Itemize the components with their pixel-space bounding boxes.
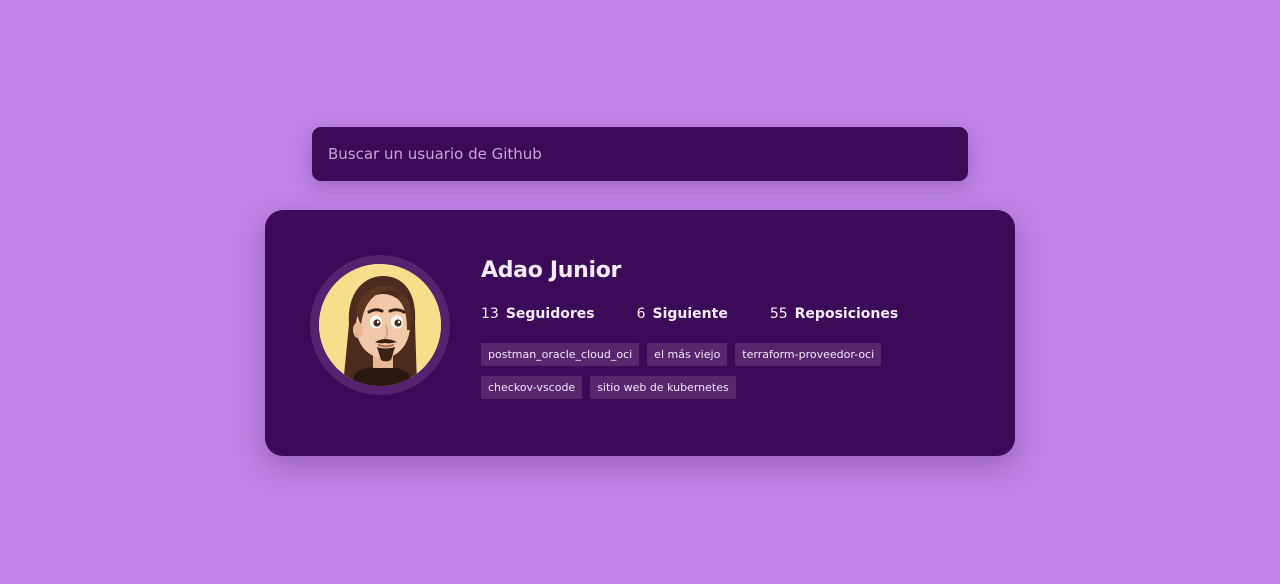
search-input[interactable] <box>312 127 968 181</box>
profile-info: Adao Junior 13 Seguidores 6 Siguiente 55… <box>481 256 981 409</box>
repo-list: postman_oracle_cloud_oci el más viejo te… <box>481 343 901 409</box>
stat-count: 13 <box>481 306 499 322</box>
profile-name: Adao Junior <box>481 258 622 283</box>
repo-tag[interactable]: el más viejo <box>647 343 728 366</box>
avatar <box>310 255 450 395</box>
stat-label: Reposiciones <box>794 306 899 322</box>
stat-followers: 13 Seguidores <box>481 306 595 322</box>
stat-following: 6 Siguiente <box>637 306 728 322</box>
stat-count: 6 <box>636 306 646 322</box>
repo-tag[interactable]: sitio web de kubernetes <box>590 376 736 399</box>
stat-repos: 55 Reposiciones <box>770 306 898 322</box>
stat-label: Siguiente <box>652 306 728 322</box>
search-bar <box>312 127 968 181</box>
repo-tag[interactable]: postman_oracle_cloud_oci <box>481 343 640 366</box>
stat-count: 55 <box>769 306 788 322</box>
repo-tag[interactable]: checkov-vscode <box>481 376 583 399</box>
repo-tag[interactable]: terraform-proveedor-oci <box>735 343 882 366</box>
memoji-avatar-icon <box>319 264 441 386</box>
stat-label: Seguidores <box>505 306 595 322</box>
profile-stats: 13 Seguidores 6 Siguiente 55 Reposicione… <box>481 304 981 324</box>
profile-card: Adao Junior 13 Seguidores 6 Siguiente 55… <box>265 210 1015 456</box>
